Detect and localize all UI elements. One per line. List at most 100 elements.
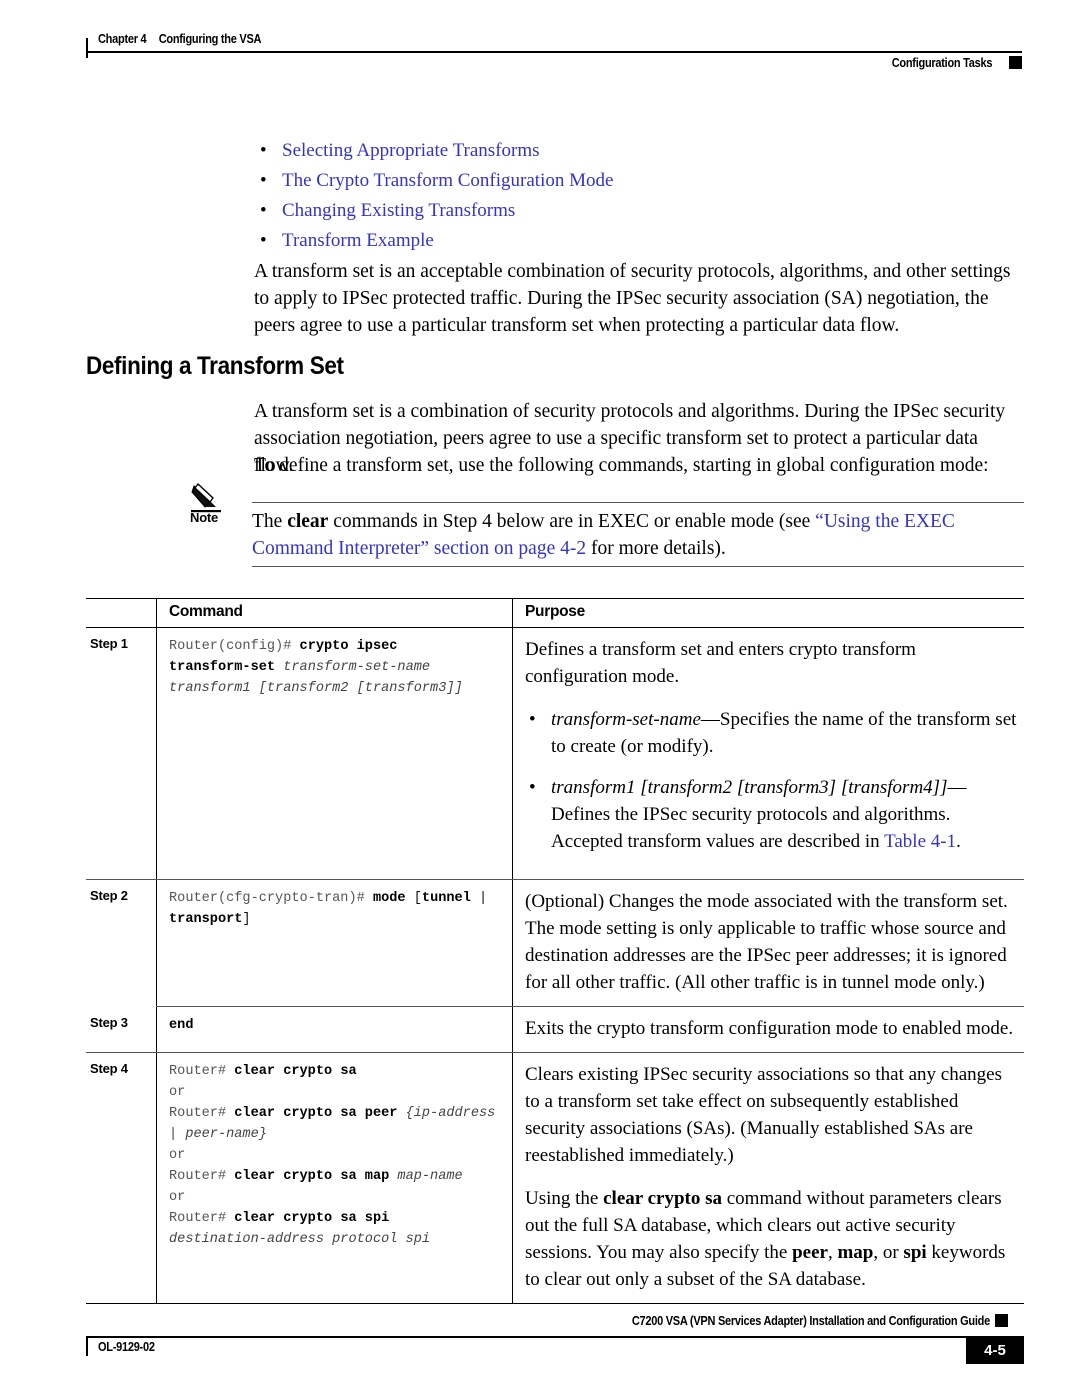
link-changing-existing-transforms[interactable]: Changing Existing Transforms [282,200,515,221]
note-text-lead: The [252,511,288,532]
link-table-4-1[interactable]: Table 4-1 [884,831,956,852]
note-text-tail: for more details). [586,538,726,559]
cli-prompt: Router# [169,1169,235,1184]
step-label: Step 1 [90,636,128,651]
purpose-cell: Defines a transform set and enters crypt… [512,628,1024,879]
step-label: Step 4 [90,1061,128,1076]
link-transform-example[interactable]: Transform Example [282,230,434,251]
command-text: Router(config)# crypto ipsec transform-se… [169,636,502,699]
footer-page-number: 4-5 [966,1336,1024,1364]
cli-argument: transform-set-name [283,660,431,675]
step-label: Step 2 [90,888,128,903]
cli-keyword: transform-set [169,660,284,675]
cli-argument: transform1 [transform2 [transform3]] [169,681,463,696]
command-text: Router# clear crypto sa or Router# clear c… [169,1061,502,1250]
footer-rule [86,1336,1024,1338]
cli-bracket: | [470,891,488,906]
cli-keyword: clear crypto sa [234,1064,357,1079]
sep: , or [873,1242,904,1263]
bullet-dot-icon: • [260,170,267,191]
bullet-dot-icon: • [260,230,267,251]
document-page: Chapter 4 Configuring the VSA Configurati… [0,0,1080,1397]
intro-paragraph: A transform set is an acceptable combina… [254,261,1011,336]
purpose-text: Exits the crypto transform configuration… [525,1018,1014,1039]
purpose-lead: Using the [525,1188,604,1209]
table-header-step [86,599,156,627]
running-header: Chapter 4 Configuring the VSA Configurati… [86,30,1022,80]
cli-or: or [169,1085,186,1100]
footer-document-id: OL-9129-02 [98,1340,155,1354]
list-item[interactable]: • The Crypto Transform Configuration Mod… [254,166,954,196]
command-cell: Router(cfg-crypto-tran)# mode [tunnel | t… [156,880,512,1006]
bullet-italic-lead: transform1 [transform2 [transform3] [tra… [551,777,948,798]
table-row: Step 2 Router(cfg-crypto-tran)# mode [tu… [86,880,1024,1006]
page-title: Defining a Transform Set [86,352,344,380]
cli-prompt: Router(cfg-crypto-tran)# [169,891,373,906]
table-header-command: Command [156,599,512,627]
table-header-purpose: Purpose [512,599,1024,627]
header-chapter-title: Configuring the VSA [158,32,262,46]
note-text: The clear commands in Step 4 below are i… [252,508,1022,562]
footer-square-marker [995,1314,1008,1327]
header-square-marker [1009,56,1022,69]
cli-keyword: crypto ipsec [299,639,398,654]
note-top-rule [252,502,1024,503]
purpose-text: Clears existing IPSec security associati… [525,1064,1003,1166]
table-row: Step 4 Router# clear crypto sa or Router# … [86,1053,1024,1303]
cli-bracket: [ [413,891,422,906]
keyword-map: map [837,1242,874,1263]
commands-table: Command Purpose Step 1 Router(config)# c… [86,598,1024,1304]
cli-prompt: Router# [169,1064,235,1079]
purpose-text: Defines a transform set and enters crypt… [525,639,916,687]
step-label: Step 3 [90,1015,128,1030]
cli-bracket: ] [242,912,251,927]
cli-argument: map-name [397,1169,463,1184]
purpose-cell: (Optional) Changes the mode associated w… [512,880,1024,1006]
link-selecting-appropriate-transforms[interactable]: Selecting Appropriate Transforms [282,140,540,161]
header-tick-mark [86,38,88,58]
note-keyword-clear: clear [287,511,329,532]
command-cell: end [156,1007,512,1052]
bullet-dot-icon: • [260,140,267,161]
paragraph-2: To define a transform set, use the follo… [254,455,989,476]
list-item: • transform1 [transform2 [transform3] [tr… [525,774,1018,855]
list-item[interactable]: • Selecting Appropriate Transforms [254,136,954,166]
keyword-peer: peer [792,1242,828,1263]
table-bottom-rule [86,1303,1024,1304]
cli-argument: destination-address protocol spi [169,1232,431,1247]
table-row: Step 3 end Exits the crypto transform co… [86,1007,1024,1052]
bullet-dot-icon: • [529,709,536,730]
bullet-dot-icon: • [529,777,536,798]
purpose-text-secondary: Using the clear crypto sa command withou… [525,1185,1018,1293]
list-item[interactable]: • Changing Existing Transforms [254,196,954,226]
cli-keyword: clear crypto sa peer [234,1106,406,1121]
table-row: Step 1 Router(config)# crypto ipsec trans… [86,628,1024,879]
footer-doc-title: C7200 VSA (VPN Services Adapter) Install… [631,1314,990,1328]
keyword-clear-crypto-sa: clear crypto sa [603,1188,722,1209]
cli-or: or [169,1190,186,1205]
command-cell: Router(config)# crypto ipsec transform-se… [156,628,512,879]
bullet-tail: . [956,831,961,852]
purpose-text: (Optional) Changes the mode associated w… [525,891,1008,993]
cli-argument: | peer-name} [169,1127,267,1142]
cli-prompt: Router# [169,1211,235,1226]
cli-keyword: end [169,1018,194,1033]
cli-prompt: Router(config)# [169,639,300,654]
list-item[interactable]: • Transform Example [254,226,954,256]
header-chapter-number: Chapter 4 [98,32,147,46]
note-bottom-rule [252,566,1024,567]
purpose-cell: Exits the crypto transform configuration… [512,1007,1024,1052]
list-item: • transform-set-name—Specifies the name o… [525,706,1018,760]
cli-argument: {ip-address [405,1106,496,1121]
cli-prompt: Router# [169,1106,235,1121]
cli-keyword: transport [169,912,243,927]
table-header-row: Command Purpose [86,599,1024,627]
command-cell: Router# clear crypto sa or Router# clear c… [156,1053,512,1303]
note-text-mid: commands in Step 4 below are in EXEC or … [328,511,816,532]
cli-keyword: clear crypto sa map [234,1169,398,1184]
header-chapter: Chapter 4 Configuring the VSA [98,32,261,46]
link-crypto-transform-configuration-mode[interactable]: The Crypto Transform Configuration Mode [282,170,613,191]
bullet-italic-lead: transform-set-name [551,709,701,730]
page-footer: C7200 VSA (VPN Services Adapter) Install… [86,1312,1024,1372]
cli-keyword: clear crypto sa spi [234,1211,390,1226]
